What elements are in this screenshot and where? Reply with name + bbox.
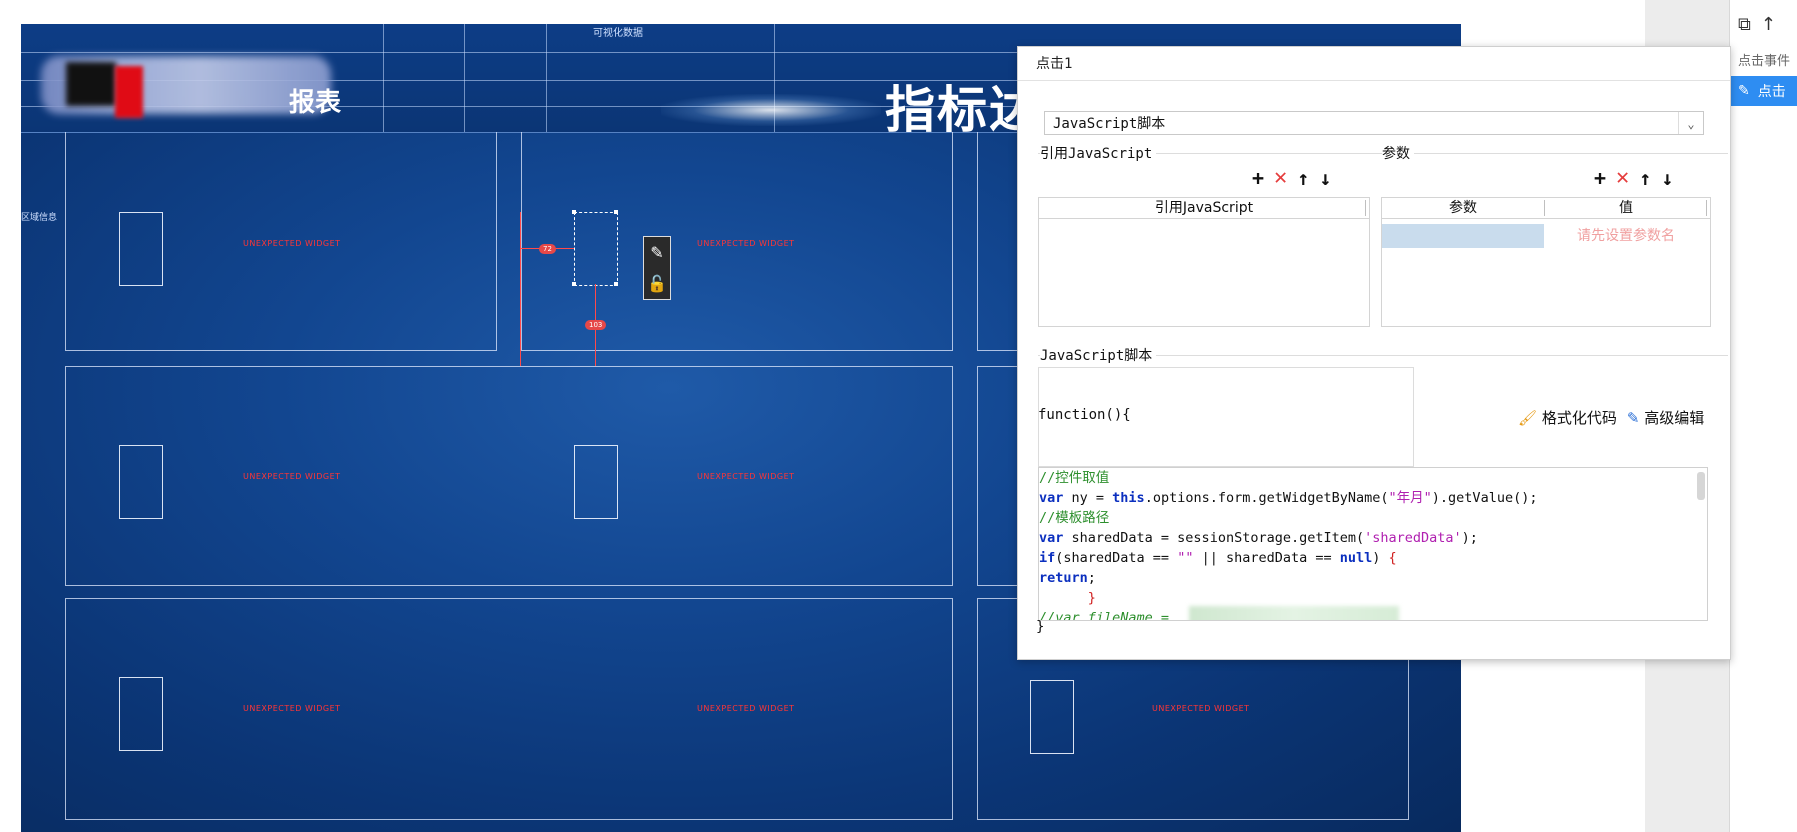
ref-js-col-header: 引用JavaScript (1154, 200, 1254, 216)
unexpected-widget-text: UNEXPECTED WIDGET (1152, 704, 1250, 713)
arrow-up-icon[interactable]: ↑ (1639, 166, 1651, 190)
arrow-down-icon[interactable]: ↓ (1661, 166, 1673, 190)
format-code-button[interactable]: 🖌 格式化代码 (1518, 407, 1617, 428)
arrow-down-icon[interactable]: ↓ (1319, 166, 1331, 190)
event-item-click[interactable]: ✎ 点击 (1730, 76, 1797, 106)
delete-icon[interactable]: ✕ (1616, 165, 1629, 190)
edit-icon[interactable]: ✎ (650, 244, 663, 261)
layout-cell[interactable] (65, 366, 953, 586)
param-value-cell[interactable]: 请先设置参数名 (1546, 224, 1706, 248)
table-header: 引用JavaScript (1039, 198, 1369, 219)
selected-widget[interactable] (574, 212, 618, 286)
add-icon[interactable]: + (1594, 166, 1606, 190)
header-light-glow (661, 94, 881, 126)
code-line: //模板路径 (1039, 510, 1110, 526)
params-toolbar: + ✕ ↑ ↓ (1594, 165, 1673, 190)
unexpected-widget-text: UNEXPECTED WIDGET (243, 472, 341, 481)
arrow-up-icon[interactable]: ↑ (1761, 14, 1776, 35)
guide-line (520, 212, 521, 366)
action-type-value: JavaScript脚本 (1053, 116, 1166, 132)
resize-handle[interactable] (572, 282, 576, 286)
scrollbar-thumb[interactable] (1697, 472, 1705, 500)
arrow-up-icon[interactable]: ↑ (1297, 166, 1309, 190)
brush-icon: 🖌 (1518, 409, 1538, 427)
ref-js-toolbar: + ✕ ↑ ↓ (1252, 165, 1331, 190)
widget-placeholder[interactable] (119, 445, 163, 519)
dialog-title: 点击1 (1018, 47, 1730, 81)
section-divider (1382, 153, 1728, 154)
unexpected-widget-text: UNEXPECTED WIDGET (697, 704, 795, 713)
header-gridline (383, 24, 384, 132)
distance-badge: 72 (539, 244, 556, 254)
widget-placeholder[interactable] (1030, 680, 1074, 754)
logo-text: 报表 (289, 88, 342, 118)
header-gridline (546, 24, 547, 132)
table-header: 参数 值 (1382, 198, 1710, 219)
delete-icon[interactable]: ✕ (1274, 165, 1287, 190)
column-divider (1365, 200, 1366, 216)
params-section-label: 参数 (1382, 143, 1414, 163)
resize-handle[interactable] (572, 210, 576, 214)
resize-handle[interactable] (614, 282, 618, 286)
ref-js-section-label: 引用JavaScript (1040, 143, 1157, 163)
param-name-col-header: 参数 (1449, 200, 1477, 216)
column-divider (1706, 200, 1707, 216)
top-tiny-label: 可视化数据 (593, 28, 643, 39)
header-gridline (464, 24, 465, 132)
code-line: return; (1039, 570, 1096, 586)
event-panel: ⧉ ↑ 点击事件 ✎ 点击 (1729, 0, 1797, 832)
column-divider (1544, 200, 1545, 216)
copy-icon[interactable]: ⧉ (1738, 14, 1751, 35)
ref-js-table[interactable]: 引用JavaScript (1038, 197, 1370, 327)
unexpected-widget-text: UNEXPECTED WIDGET (697, 239, 795, 248)
widget-placeholder[interactable] (574, 445, 618, 519)
event-item-label: 点击 (1757, 84, 1786, 100)
code-line: } (1039, 590, 1096, 606)
advanced-edit-button[interactable]: ✎ 高级编辑 (1627, 407, 1704, 428)
resize-handle[interactable] (614, 210, 618, 214)
code-line: //控件取值 (1039, 470, 1110, 486)
logo-mark-red (115, 66, 143, 118)
function-close-brace: } (1036, 619, 1045, 635)
chevron-down-icon[interactable]: ⌄ (1678, 112, 1703, 134)
event-label: 点击事件 (1738, 54, 1791, 69)
layout-cell[interactable] (65, 598, 953, 820)
params-table[interactable]: 参数 值 请先设置参数名 (1381, 197, 1711, 327)
widget-edit-popover: ✎ 🔓 (643, 236, 671, 300)
unlock-icon[interactable]: 🔓 (647, 275, 667, 292)
function-signature: function(){ (1038, 407, 1131, 423)
widget-placeholder[interactable] (119, 677, 163, 751)
left-tiny-label: 区域信息 (21, 213, 58, 223)
action-type-select[interactable]: JavaScript脚本 ⌄ (1044, 111, 1704, 135)
widget-placeholder[interactable] (119, 212, 163, 286)
param-value-col-header: 值 (1619, 200, 1633, 216)
add-icon[interactable]: + (1252, 166, 1264, 190)
code-line: var ny = this.options.form.getWidgetByNa… (1039, 490, 1538, 506)
logo-mark (66, 62, 116, 106)
unexpected-widget-text: UNEXPECTED WIDGET (697, 472, 795, 481)
edit-icon: ✎ (1738, 83, 1750, 99)
unexpected-widget-text: UNEXPECTED WIDGET (243, 239, 341, 248)
param-name-cell[interactable] (1382, 224, 1544, 248)
distance-badge: 103 (585, 320, 607, 330)
code-line: var sharedData = sessionStorage.getItem(… (1039, 530, 1478, 546)
script-section-label: JavaScript脚本 (1040, 345, 1157, 365)
code-editor[interactable]: //控件取值 var ny = this.options.form.getWid… (1038, 467, 1708, 621)
table-row[interactable]: 请先设置参数名 (1382, 224, 1710, 248)
edit-icon: ✎ (1626, 409, 1640, 427)
redacted-code (1189, 606, 1399, 620)
script-actions: 🖌 格式化代码 ✎ 高级编辑 (1518, 407, 1704, 428)
code-line: if(sharedData == "" || sharedData == nul… (1039, 550, 1397, 566)
event-dialog: 点击1 JavaScript脚本 ⌄ 引用JavaScript + ✕ ↑ ↓ … (1017, 46, 1731, 660)
unexpected-widget-text: UNEXPECTED WIDGET (243, 704, 341, 713)
